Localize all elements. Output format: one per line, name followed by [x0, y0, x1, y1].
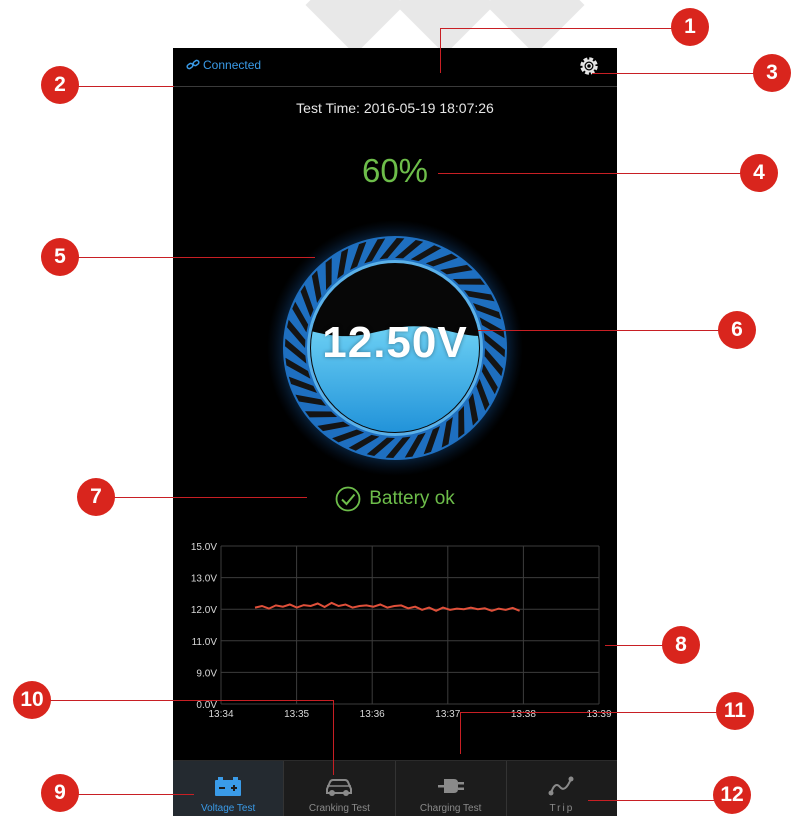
callout-marker: 6	[718, 311, 756, 349]
link-icon	[186, 59, 200, 70]
y-tick-label: 13.0V	[191, 574, 217, 585]
y-tick-label: 12.0V	[191, 605, 217, 616]
test-time-label: Test Time:	[296, 100, 360, 116]
x-tick-label: 13:39	[586, 709, 611, 720]
tab-label: Voltage Test	[200, 803, 256, 814]
tab-trip[interactable]: Trip	[507, 761, 617, 816]
x-tick-label: 13:35	[284, 709, 309, 720]
callout-leader	[97, 497, 307, 498]
callout-leader	[592, 73, 772, 74]
tab-cranking-test[interactable]: Cranking Test	[284, 761, 396, 816]
watermark-shape	[305, 0, 405, 55]
x-tick-label: 13:36	[360, 709, 385, 720]
callout-leader	[460, 712, 735, 713]
connection-status[interactable]: Connected	[186, 58, 261, 72]
tab-label: Charging Test	[419, 803, 482, 814]
callout-leader	[60, 794, 194, 795]
connection-label: Connected	[203, 58, 262, 72]
callout-leader	[440, 28, 441, 73]
tab-charging-test[interactable]: Charging Test	[396, 761, 507, 816]
route-icon	[548, 776, 574, 796]
x-tick-label: 13:38	[511, 709, 536, 720]
battery-status-label: Battery ok	[369, 488, 455, 509]
tab-label: Trip	[549, 803, 575, 814]
callout-marker: 4	[740, 154, 778, 192]
battery-status: Battery ok	[173, 486, 617, 512]
callout-leader	[32, 700, 334, 701]
status-bar: Connected	[173, 48, 617, 87]
battery-icon	[215, 777, 242, 796]
x-tick-label: 13:37	[435, 709, 460, 720]
callout-marker: 2	[41, 66, 79, 104]
tab-label: Cranking Test	[308, 803, 370, 814]
gear-icon[interactable]	[577, 54, 601, 78]
callout-leader	[478, 330, 738, 331]
callout-marker: 9	[41, 774, 79, 812]
callout-marker: 11	[716, 692, 754, 730]
y-tick-label: 11.0V	[192, 637, 218, 648]
callout-leader	[333, 700, 334, 775]
callout-marker: 12	[713, 776, 751, 814]
test-time: Test Time: 2016-05-19 18:07:26	[173, 100, 617, 116]
callout-marker: 3	[753, 54, 791, 92]
plug-icon	[437, 779, 464, 793]
callout-leader	[60, 257, 315, 258]
test-time-value: 2016-05-19 18:07:26	[363, 100, 494, 116]
callout-marker: 5	[41, 238, 79, 276]
car-icon	[326, 779, 353, 796]
check-circle-icon	[335, 486, 361, 512]
y-tick-label: 9.0V	[196, 668, 217, 679]
callout-marker: 7	[77, 478, 115, 516]
callout-leader	[460, 712, 461, 754]
callout-marker: 8	[662, 626, 700, 664]
battery-percent: 60%	[361, 152, 429, 189]
tab-bar: Voltage Test Cranking Test Charging Test	[173, 760, 617, 816]
x-tick-label: 13:34	[208, 709, 233, 720]
y-tick-label: 15.0V	[191, 542, 217, 553]
callout-marker: 1	[671, 8, 709, 46]
voltage-readout: 12.50V	[322, 318, 468, 367]
callout-leader	[438, 173, 758, 174]
callout-marker: 10	[13, 681, 51, 719]
callout-leader	[440, 28, 680, 29]
voltage-chart: 15.0V13.0V12.0V11.0V9.0V0.0V13:34 13:35 13…	[191, 542, 612, 720]
tab-voltage-test[interactable]: Voltage Test	[173, 761, 285, 816]
